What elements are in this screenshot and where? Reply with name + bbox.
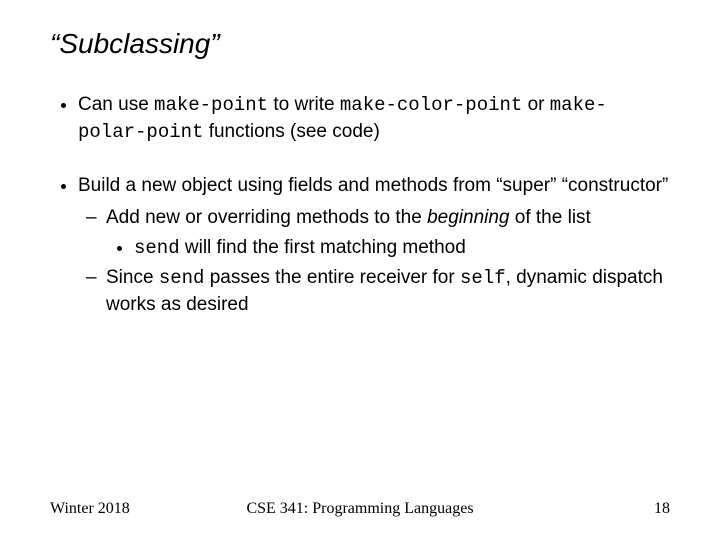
italic-text: beginning	[427, 207, 509, 228]
slide-title: “Subclassing”	[50, 28, 670, 60]
bullet-item: Can use make-point to write make-color-p…	[78, 92, 670, 145]
slide: “Subclassing” Can use make-point to writ…	[0, 0, 720, 540]
sub-sub-item: send will find the first matching method	[134, 235, 670, 262]
text: Build a new object using fields and meth…	[78, 175, 668, 196]
sub-item: Add new or overriding methods to the beg…	[106, 205, 670, 261]
text: Can use	[78, 94, 154, 115]
text: or	[522, 94, 549, 115]
bullet-list: Can use make-point to write make-color-p…	[50, 92, 670, 317]
code-text: send	[159, 267, 205, 289]
code-text: send	[134, 237, 180, 259]
text: of the list	[510, 207, 591, 228]
code-text: make-point	[154, 94, 268, 116]
text: Since	[106, 267, 159, 288]
text: Add new or overriding methods to the	[106, 207, 427, 228]
sub-sub-list: send will find the first matching method	[106, 235, 670, 262]
bullet-item: Build a new object using fields and meth…	[78, 173, 670, 317]
text: to write	[268, 94, 340, 115]
footer-right: 18	[654, 500, 670, 518]
sub-list: Add new or overriding methods to the beg…	[78, 205, 670, 318]
text: functions (see code)	[203, 121, 379, 142]
footer: Winter 2018 CSE 341: Programming Languag…	[50, 500, 670, 518]
sub-item: Since send passes the entire receiver fo…	[106, 265, 670, 317]
text: passes the entire receiver for	[204, 267, 460, 288]
footer-left: Winter 2018	[50, 500, 130, 518]
text: will find the first matching method	[180, 237, 466, 258]
code-text: make-color-point	[340, 94, 522, 116]
code-text: self	[460, 267, 506, 289]
footer-center: CSE 341: Programming Languages	[50, 500, 670, 518]
